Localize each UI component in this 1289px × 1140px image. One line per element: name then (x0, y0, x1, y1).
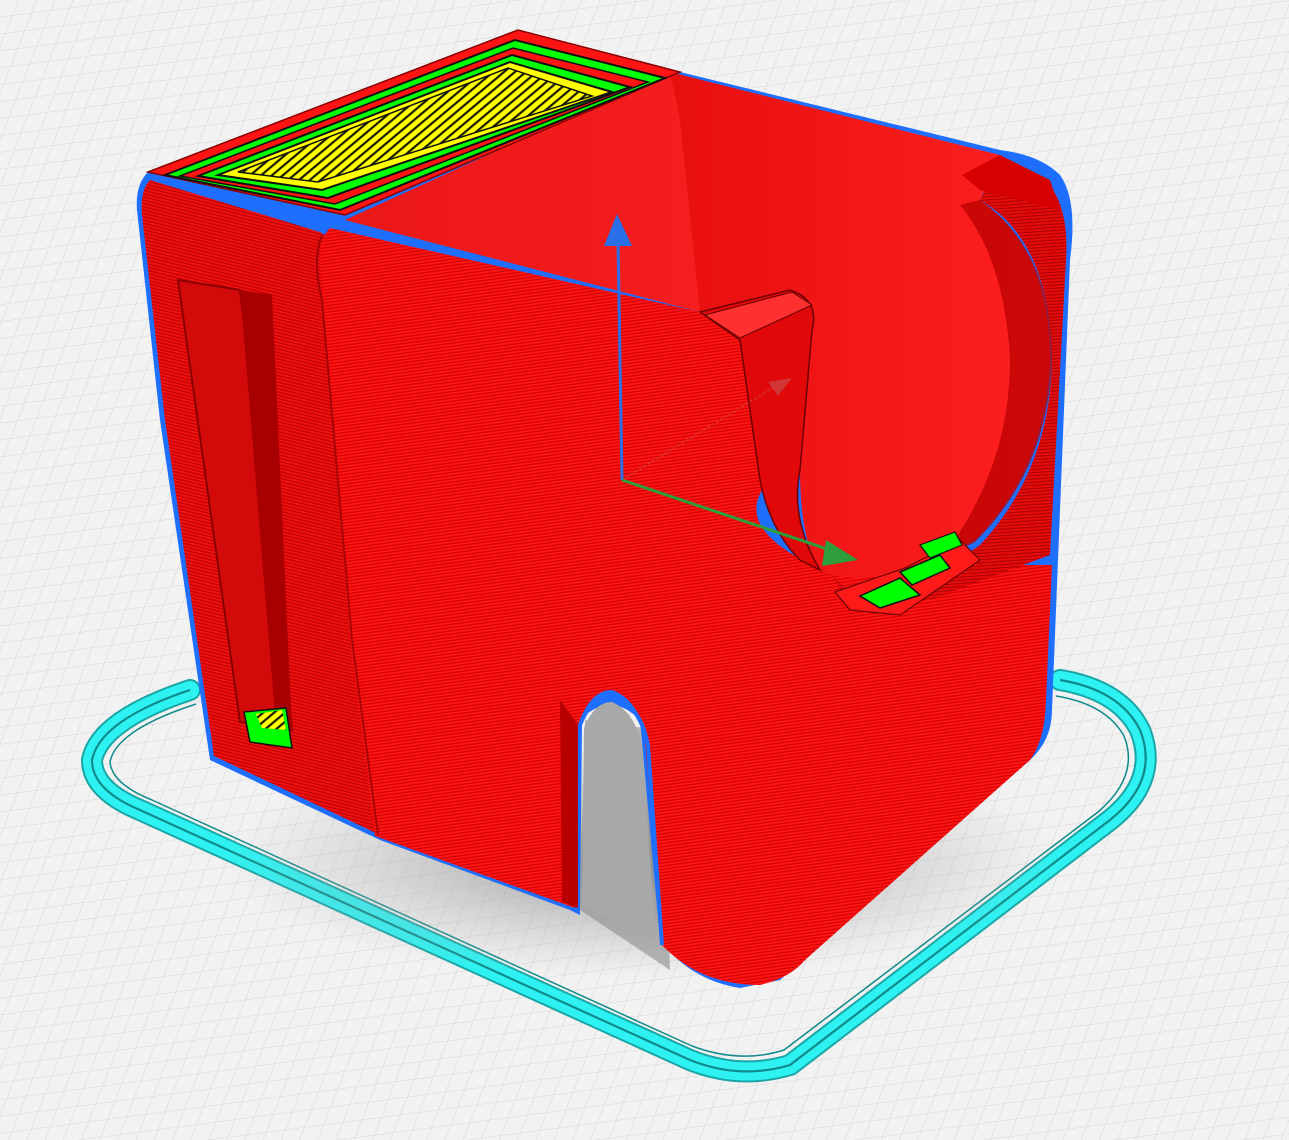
arch-left-leg-edge (560, 700, 578, 908)
trunk-bottom-skin (243, 707, 293, 749)
slicer-3d-viewport[interactable] (0, 0, 1289, 1140)
